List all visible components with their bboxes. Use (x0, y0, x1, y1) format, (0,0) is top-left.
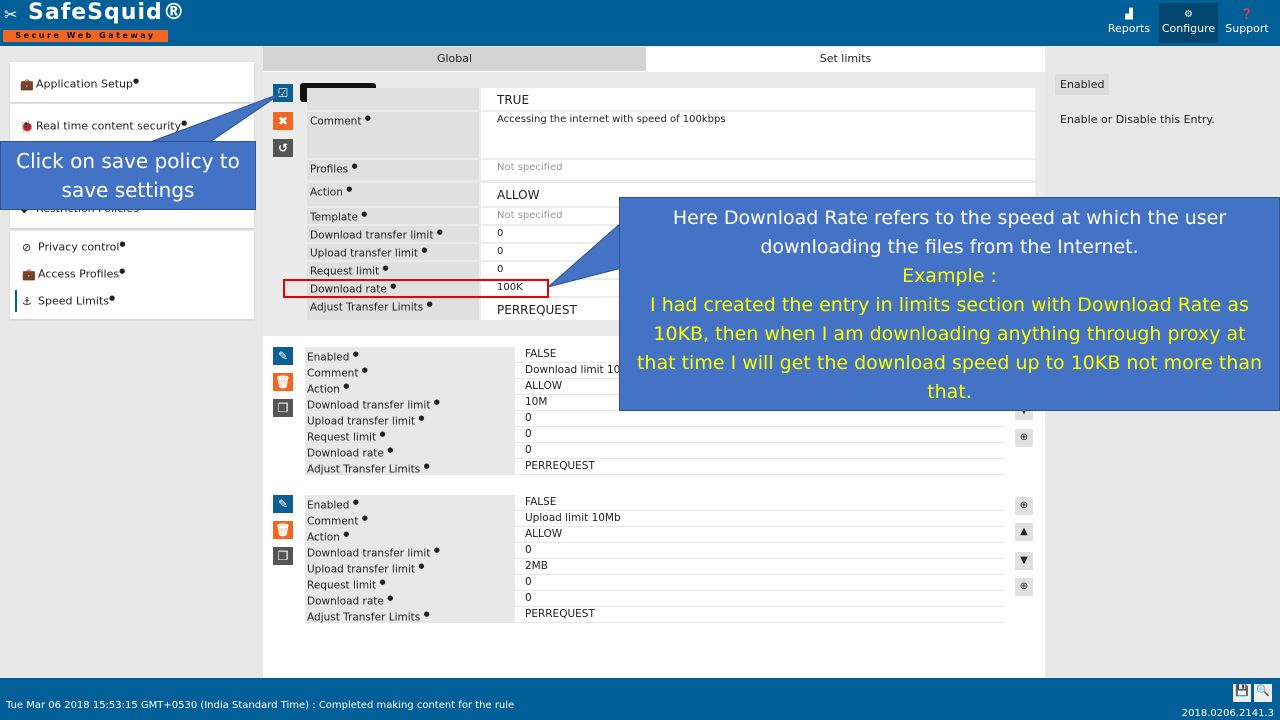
download-rate-highlight (283, 279, 549, 298)
rate-callout-pointer (547, 220, 623, 288)
callout-example-label: Example : (902, 265, 997, 287)
callout-text: Here Download Rate refers to the speed a… (672, 207, 1227, 258)
save-icon[interactable]: 💾 (1233, 684, 1251, 702)
status-text: Tue Mar 06 2018 15:53:15 GMT+0530 (India… (6, 700, 515, 711)
callout-example-text: I had created the entry in limits sectio… (636, 294, 1262, 403)
search-icon[interactable]: 🔍 (1254, 684, 1272, 702)
status-bar: Tue Mar 06 2018 15:53:15 GMT+0530 (India… (0, 678, 1280, 720)
save-callout-pointer (149, 92, 283, 143)
save-callout: Click on save policy to save settings (0, 141, 256, 210)
version: 2018.0206.2141.3 (1181, 708, 1274, 719)
rate-callout: Here Download Rate refers to the speed a… (619, 197, 1280, 411)
